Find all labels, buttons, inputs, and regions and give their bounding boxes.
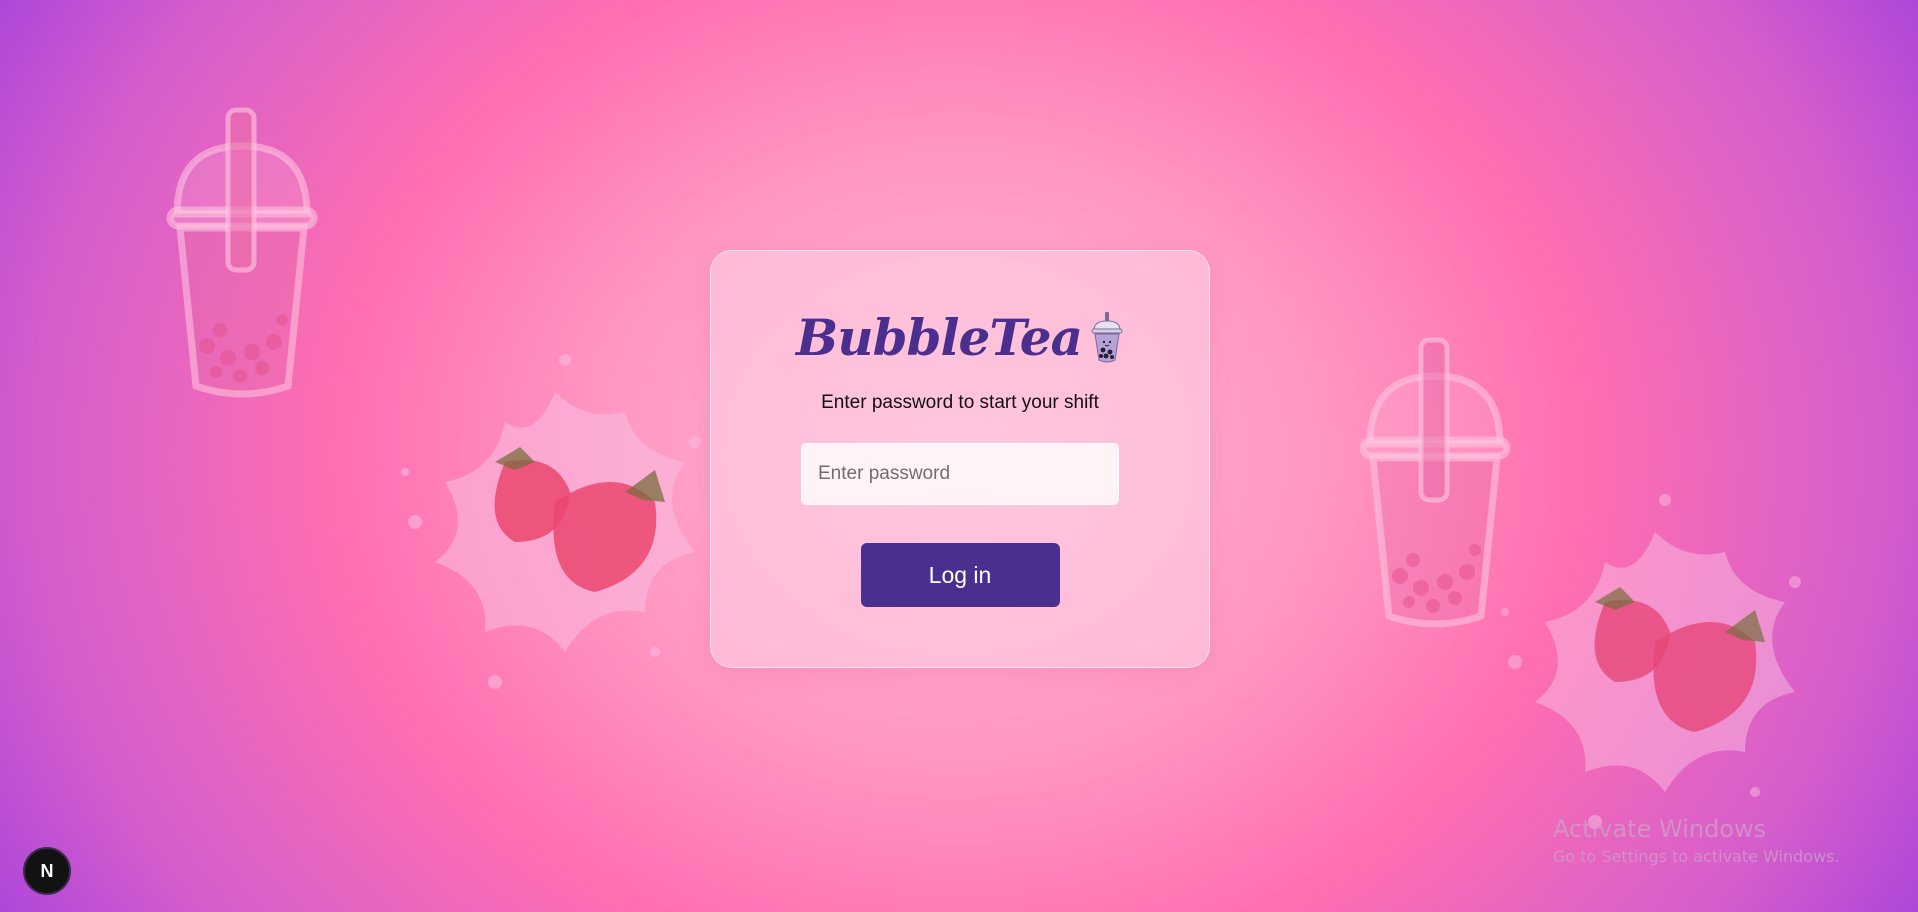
password-input[interactable] [801,443,1119,505]
login-subtitle: Enter password to start your shift [821,392,1099,413]
brand-logo: BubbleTea [796,307,1124,369]
strawberry-splash-icon [1501,494,1801,829]
watermark-title: Activate Windows [1553,815,1767,843]
login-card: BubbleTea Enter password to start your s… [710,250,1210,668]
windows-activation-watermark: Activate Windows Go to Settings to activ… [1553,814,1840,870]
watermark-subtitle: Go to Settings to activate Windows. [1553,847,1840,866]
strawberry-splash-icon [401,354,701,689]
brand-name: BubbleTea [795,308,1083,367]
nextjs-logo-icon: N [40,860,54,881]
bubble-tea-cup-icon [1091,312,1123,363]
bubble-tea-cup-icon [1359,337,1511,628]
bubble-tea-cup-icon [166,107,318,398]
nextjs-badge-button[interactable]: N [23,847,71,895]
login-button[interactable]: Log in [860,543,1060,607]
